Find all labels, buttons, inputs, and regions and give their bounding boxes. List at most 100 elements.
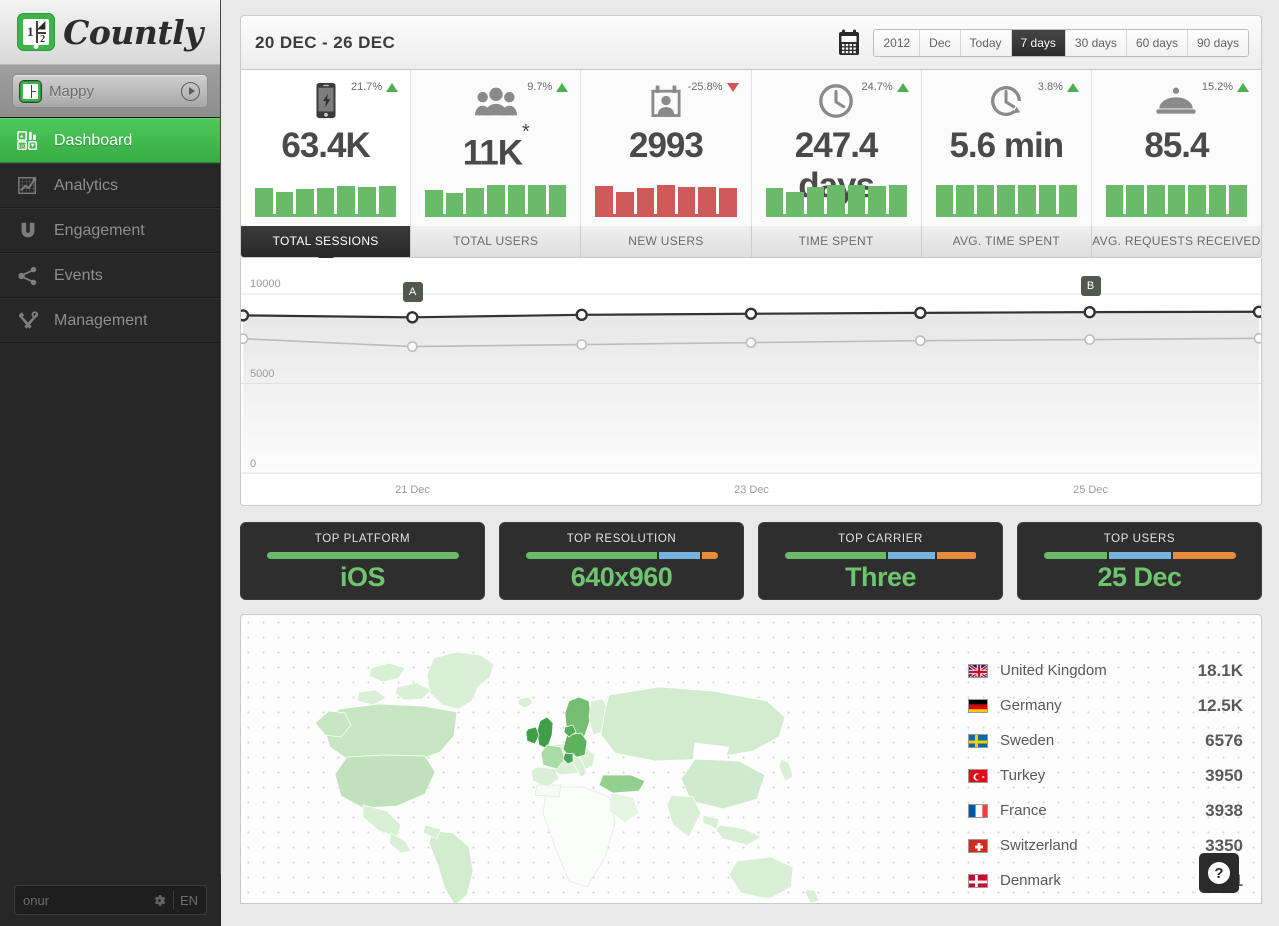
kpi-sparkline-base (595, 214, 736, 217)
users-icon (474, 80, 518, 122)
tray-icon (1154, 80, 1198, 122)
sessions-chart[interactable]: 050001000021 Dec23 Dec25 DecAB (240, 258, 1262, 506)
sidebar-item-management[interactable]: Management (0, 298, 220, 343)
kpi-change-value: 21.7% (351, 81, 382, 93)
kpi-sparkline (425, 180, 566, 214)
clock-icon (814, 80, 858, 122)
country-value: 18.1K (1198, 661, 1243, 681)
kpi-change-value: 24.7% (861, 81, 892, 93)
app-name: Mappy (49, 83, 173, 100)
kpi-value-text: 85.4 (1144, 126, 1208, 165)
kpi-card-new-users[interactable]: -25.8%2993 (581, 70, 751, 226)
topbox-value: Three (845, 562, 916, 593)
kpi-card-avg-requests-received[interactable]: 15.2% 85.4 (1092, 70, 1261, 226)
brand-logo[interactable]: 1◢2 Countly (0, 0, 220, 65)
country-row[interactable]: United Kingdom18.1K (968, 653, 1243, 688)
topbox-value: iOS (340, 562, 385, 593)
chart-annotation-b[interactable]: B (1081, 276, 1101, 296)
topbox-top-platform[interactable]: TOP PLATFORMiOS (240, 522, 485, 600)
chart-x-tick: 23 Dec (734, 484, 769, 496)
period-2012[interactable]: 2012 (874, 30, 920, 56)
sidebar-nav: 100 Dashboard AnalyticsEngagement Events Man… (0, 118, 220, 343)
kpi-card-time-spent[interactable]: 24.7%247.4 days (752, 70, 922, 226)
kpi-change-value: 15.2% (1202, 81, 1233, 93)
kpi-row: 21.7% 63.4K 9.7%11K*-25.8%299324.7%247.4 d… (240, 70, 1262, 226)
kpi-sparkline (766, 180, 907, 214)
kpi-sparkline (595, 180, 736, 214)
topbox-segments (1044, 552, 1236, 559)
kpi-card-avg-time-spent[interactable]: 3.8% 5.6 min (922, 70, 1092, 226)
period-7-days[interactable]: 7 days (1012, 30, 1066, 56)
chart-y-tick: 0 (250, 458, 256, 470)
topbox-top-resolution[interactable]: TOP RESOLUTION640x960 (499, 522, 744, 600)
analytics-icon (16, 174, 40, 198)
kpi-value: 63.4K (253, 126, 398, 166)
kpi-card-total-users[interactable]: 9.7%11K* (411, 70, 581, 226)
sidebar-item-label: Events (54, 267, 103, 285)
gear-icon[interactable] (152, 893, 167, 908)
chart-y-tick: 5000 (250, 368, 274, 380)
period-30-days[interactable]: 30 days (1066, 30, 1127, 56)
sidebar-item-engagement[interactable]: Engagement (0, 208, 220, 253)
kpi-sparkline-base (766, 214, 907, 217)
dashboard-icon: 100 (16, 129, 40, 153)
country-name: Sweden (988, 732, 1205, 749)
topbox-top-users[interactable]: TOP USERS 25 Dec (1017, 522, 1262, 600)
kpi-card-total-sessions[interactable]: 21.7% 63.4K (241, 70, 411, 226)
tab-new-users[interactable]: NEW USERS (581, 226, 751, 257)
topbox-title: TOP USERS (1104, 533, 1175, 545)
kpi-change: -25.8% (688, 81, 739, 93)
language-selector[interactable]: EN (180, 893, 198, 908)
topbox-value: 25 Dec (1097, 562, 1181, 593)
app-selector[interactable]: Mappy (0, 65, 220, 118)
play-icon[interactable] (181, 82, 200, 101)
kpi-change: 3.8% (1038, 81, 1079, 93)
period-90-days[interactable]: 90 days (1188, 30, 1248, 56)
world-map-panel: United Kingdom18.1KGermany12.5KSweden657… (240, 614, 1262, 904)
sidebar-item-label: Dashboard (54, 132, 132, 150)
tools-icon (16, 309, 40, 333)
kpi-value-text: 5.6 min (949, 126, 1063, 165)
sidebar-item-analytics[interactable]: Analytics (0, 163, 220, 208)
kpi-sparkline-base (936, 214, 1077, 217)
kpi-change-value: -25.8% (688, 81, 723, 93)
user-name: onur (23, 893, 146, 908)
period-60-days[interactable]: 60 days (1127, 30, 1188, 56)
topbox-top-carrier[interactable]: TOP CARRIERThree (758, 522, 1003, 600)
country-row[interactable]: France3938 (968, 793, 1243, 828)
user-box[interactable]: onur EN (14, 885, 207, 915)
topbox-segments (267, 552, 459, 559)
kpi-sparkline (936, 180, 1077, 214)
tab-total-users[interactable]: TOTAL USERS (411, 226, 581, 257)
divider (173, 891, 174, 909)
sidebar-item-dashboard[interactable]: 100 Dashboard (0, 118, 220, 163)
svg-text:100: 100 (18, 143, 26, 148)
app-icon (20, 81, 41, 102)
country-row[interactable]: Turkey3950 (968, 758, 1243, 793)
date-range-label: 20 DEC - 26 DEC (255, 33, 834, 53)
country-name: Denmark (988, 872, 1206, 889)
metric-tabs: TOTAL SESSIONSTOTAL USERSNEW USERSTIME S… (240, 226, 1262, 258)
world-map[interactable] (251, 635, 891, 904)
topbox-value: 640x960 (571, 562, 673, 593)
kpi-change-value: 3.8% (1038, 81, 1063, 93)
tab-total-sessions[interactable]: TOTAL SESSIONS (241, 226, 411, 257)
kpi-value-superscript: * (522, 121, 529, 143)
magnet-icon (16, 219, 40, 243)
calendar-icon[interactable] (834, 27, 863, 58)
tab-avg-time-spent[interactable]: AVG. TIME SPENT (922, 226, 1092, 257)
sidebar-item-events[interactable]: Events (0, 253, 220, 298)
tab-time-spent[interactable]: TIME SPENT (752, 226, 922, 257)
main-content: 20 DEC - 26 DEC 20 (221, 0, 1279, 926)
chart-annotation-a[interactable]: A (403, 282, 423, 302)
period-today[interactable]: Today (961, 30, 1012, 56)
period-dec[interactable]: Dec (920, 30, 960, 56)
top-stats-row: TOP PLATFORMiOSTOP RESOLUTION640x960TOP … (240, 522, 1262, 600)
help-button[interactable]: ? (1199, 853, 1239, 893)
sidebar-footer: onur EN (0, 874, 221, 926)
tab-avg-requests-received[interactable]: AVG. REQUESTS RECEIVED (1092, 226, 1261, 257)
country-name: Turkey (988, 767, 1205, 784)
mobile-bolt-icon (304, 80, 348, 122)
country-row[interactable]: Sweden6576 (968, 723, 1243, 758)
country-row[interactable]: Germany12.5K (968, 688, 1243, 723)
